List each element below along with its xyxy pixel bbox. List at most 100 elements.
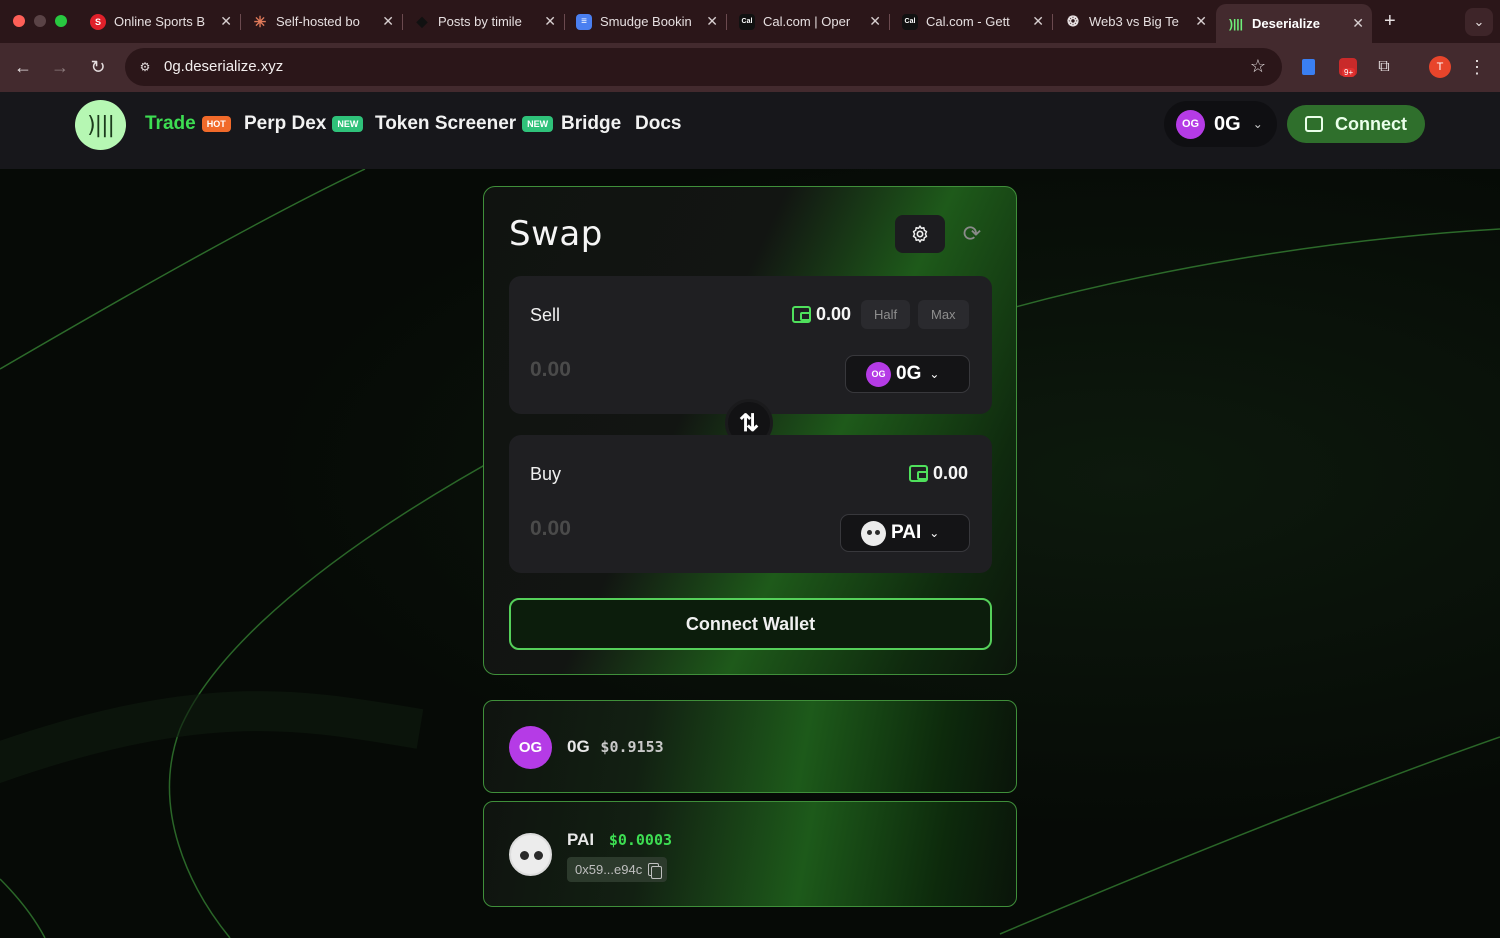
close-icon[interactable]: ✕ (1352, 15, 1364, 32)
extension-badge-icon[interactable]: 9+ (1337, 56, 1359, 78)
buy-panel: Buy 0.00 0.00 PAI ⌄ (509, 435, 992, 573)
copy-icon[interactable] (648, 863, 663, 879)
swap-card: Swap ⟳ Sell 0.00 Half Max 0.00 OG 0G ⌄ ⇅… (483, 186, 1017, 675)
max-button[interactable]: Max (918, 300, 969, 329)
browser-tab[interactable]: Cal Cal.com | Oper ✕ (727, 6, 890, 37)
buy-balance-value: 0.00 (933, 463, 969, 483)
chevron-down-icon: ⌄ (929, 526, 940, 540)
deserialize-logo[interactable]: )||| (75, 100, 126, 150)
buy-amount-input[interactable]: 0.00 (530, 517, 571, 541)
sell-amount-input[interactable]: 0.00 (530, 358, 571, 382)
token-info: PAI $0.0003 (567, 830, 672, 850)
openai-favicon: ❂ (1067, 13, 1079, 29)
browser-tab[interactable]: ✳ Self-hosted bo ✕ (240, 6, 403, 37)
nav-label: Perp Dex (244, 113, 327, 134)
token-price: $0.0003 (608, 831, 673, 849)
nav-trade[interactable]: Trade HOT (145, 113, 231, 135)
half-button[interactable]: Half (861, 300, 911, 329)
browser-tab[interactable]: ❂ Web3 vs Big Te ✕ (1053, 6, 1215, 37)
wallet-icon (909, 465, 928, 482)
cal-favicon: Cal (902, 13, 918, 30)
browser-toolbar: ← → ↻ ⚙ 0g.deserialize.xyz ☆ 9+ ⧉ T ⋮ (0, 43, 1500, 92)
browser-tab-bar: S Online Sports B ✕ ✳ Self-hosted bo ✕ ◆… (0, 0, 1500, 43)
token-symbol: 0G (567, 737, 590, 756)
tab-title: Web3 vs Big Te (1089, 14, 1179, 29)
reload-button[interactable]: ↻ (86, 55, 110, 79)
gear-icon (912, 225, 928, 243)
tab-title: Online Sports B (114, 14, 206, 29)
address-bar[interactable]: ⚙ 0g.deserialize.xyz ☆ (125, 48, 1282, 86)
close-icon[interactable]: ✕ (220, 13, 232, 30)
chain-selector[interactable]: OG 0G ⌄ (1164, 101, 1277, 147)
tab-search-button[interactable]: ⌄ (1465, 8, 1493, 36)
wallet-icon (1305, 116, 1323, 132)
token-price: $0.9153 (600, 738, 664, 756)
chevron-down-icon: ⌄ (1252, 117, 1263, 131)
bookmark-star-icon[interactable]: ☆ (1250, 56, 1266, 77)
nav-perp-dex[interactable]: Perp Dex NEW (244, 113, 364, 135)
window-close-button[interactable] (13, 15, 25, 27)
browser-tab[interactable]: Cal Cal.com - Gett ✕ (890, 6, 1053, 37)
og-token-icon: OG (1176, 109, 1205, 139)
buy-token-selector[interactable]: PAI ⌄ (840, 514, 970, 552)
profile-avatar[interactable]: T (1429, 56, 1451, 78)
docs-favicon: ≡ (576, 13, 592, 30)
url-text[interactable]: 0g.deserialize.xyz (164, 58, 283, 75)
window-minimize-button[interactable] (34, 15, 46, 27)
nav-token-screener[interactable]: Token Screener NEW (375, 113, 554, 135)
chevron-down-icon: ⌄ (929, 367, 940, 381)
pai-token-icon (861, 520, 886, 546)
extension-icon[interactable] (1297, 56, 1319, 78)
nav-bridge[interactable]: Bridge (561, 113, 621, 135)
nav-docs[interactable]: Docs (635, 113, 681, 135)
close-icon[interactable]: ✕ (869, 13, 881, 30)
browser-tab-active[interactable]: )||| Deserialize ✕ (1216, 4, 1372, 43)
deserialize-favicon: )||| (1228, 16, 1244, 31)
browser-menu-icon[interactable]: ⋮ (1466, 56, 1488, 78)
nav-label: Docs (635, 113, 682, 134)
close-icon[interactable]: ✕ (1195, 13, 1207, 30)
refresh-icon: ⟳ (962, 221, 982, 246)
back-button[interactable]: ← (11, 55, 35, 79)
site-settings-icon[interactable]: ⚙ (135, 57, 155, 77)
close-icon[interactable]: ✕ (544, 13, 556, 30)
nav-label: Bridge (561, 113, 622, 134)
sell-token-selector[interactable]: OG 0G ⌄ (845, 355, 970, 393)
settings-button[interactable] (895, 215, 945, 253)
wallet-icon (792, 306, 811, 323)
browser-tab[interactable]: ◆ Posts by timile ✕ (402, 6, 565, 37)
browser-tab[interactable]: S Online Sports B ✕ (78, 6, 241, 37)
connect-wallet-button[interactable]: Connect Wallet (509, 598, 992, 650)
sell-balance: 0.00 (792, 304, 851, 325)
close-icon[interactable]: ✕ (706, 13, 718, 30)
tab-title: Cal.com - Gett (926, 14, 1010, 29)
sell-panel: Sell 0.00 Half Max 0.00 OG 0G ⌄ (509, 276, 992, 414)
tab-title: Smudge Bookin (600, 14, 692, 29)
puzzle-extensions-icon[interactable]: ⧉ (1373, 56, 1395, 78)
buy-label: Buy (530, 464, 562, 484)
close-icon[interactable]: ✕ (1032, 13, 1044, 30)
connect-button[interactable]: Connect (1287, 105, 1425, 143)
refresh-button[interactable]: ⟳ (947, 215, 997, 253)
sell-balance-value: 0.00 (816, 304, 852, 324)
extension-badge-count: 9+ (1342, 68, 1356, 77)
contract-address-chip[interactable]: 0x59...e94c (567, 857, 668, 882)
nav-label: Trade (145, 113, 196, 134)
forward-button[interactable]: → (48, 55, 72, 79)
close-icon[interactable]: ✕ (382, 13, 394, 30)
new-tab-button[interactable]: + (1384, 10, 1396, 33)
pai-token-icon (509, 833, 552, 876)
hot-badge: HOT (201, 116, 231, 132)
diamond-favicon: ◆ (416, 13, 428, 29)
new-badge: NEW (332, 116, 364, 132)
token-info: 0G $0.9153 (567, 737, 664, 757)
tab-title: Cal.com | Oper (763, 14, 851, 29)
token-card-og[interactable]: OG 0G $0.9153 (483, 700, 1017, 793)
og-token-icon: OG (866, 361, 891, 387)
window-zoom-button[interactable] (55, 15, 67, 27)
token-card-pai[interactable]: PAI $0.0003 0x59...e94c (483, 801, 1017, 907)
sell-label: Sell (530, 305, 561, 325)
browser-tab[interactable]: ≡ Smudge Bookin ✕ (564, 6, 727, 37)
swap-title: Swap (509, 214, 603, 254)
tab-title: Deserialize (1252, 16, 1320, 31)
